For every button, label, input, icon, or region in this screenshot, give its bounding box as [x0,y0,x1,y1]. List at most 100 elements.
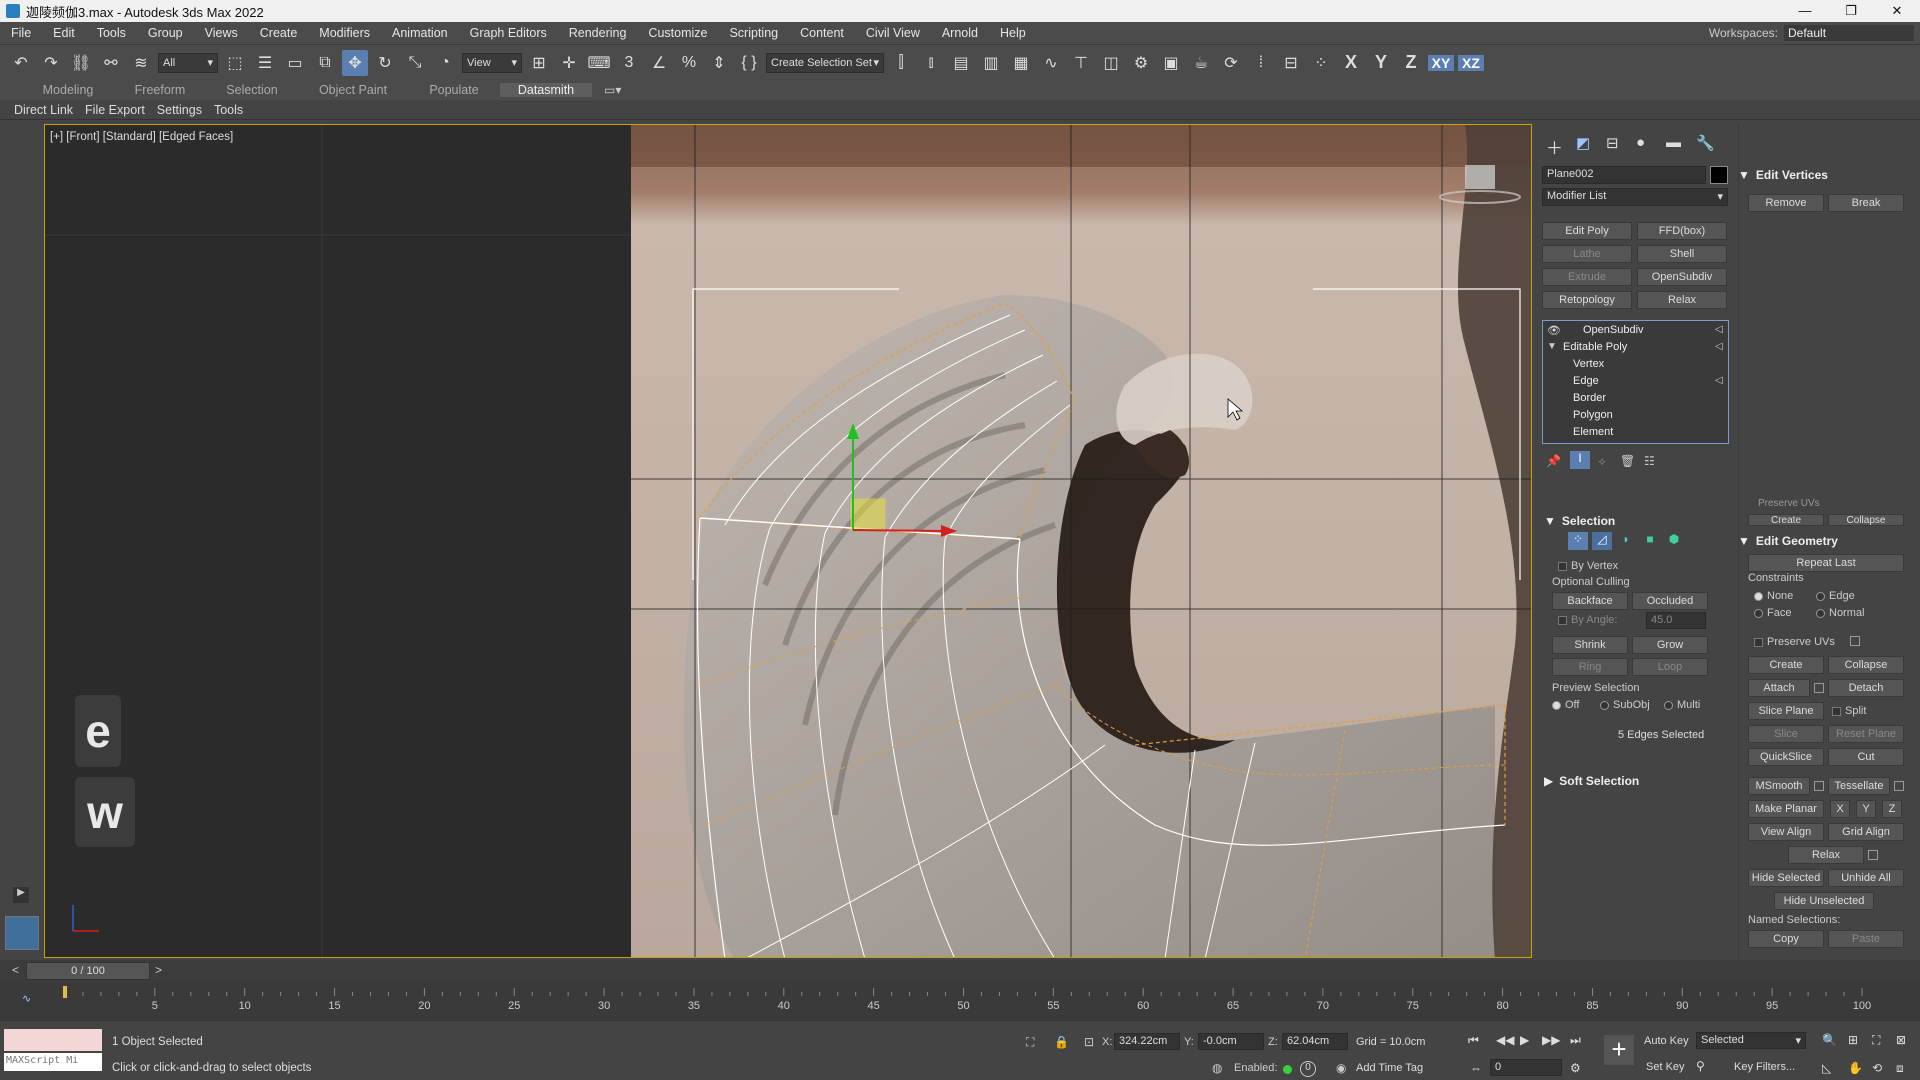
constraint-edge-radio[interactable]: Edge [1816,590,1855,602]
x-coord-field[interactable]: 324.22cm [1114,1033,1180,1050]
preserve-uvs-checkbox[interactable]: Preserve UVs [1754,636,1835,648]
select-scale-icon[interactable]: ⤡ [402,50,428,76]
key-filters-button[interactable]: Key Filters... [1734,1061,1795,1073]
menu-edit[interactable]: Edit [42,26,86,40]
element-level-icon[interactable]: ⬢ [1664,532,1684,550]
stack-item-editable-poly[interactable]: Editable Poly [1563,341,1627,353]
by-vertex-checkbox[interactable]: By Vertex [1558,560,1618,572]
current-frame-marker[interactable] [63,986,67,998]
render-production-icon[interactable]: ☕ [1188,50,1214,76]
angle-spinner[interactable]: 45.0 [1646,612,1706,629]
msmooth-settings-icon[interactable] [1814,781,1824,791]
select-rotate-icon[interactable]: ↻ [372,50,398,76]
attach-button[interactable]: Attach [1748,679,1810,697]
angle-snap-icon[interactable]: ∠ [646,50,672,76]
modifier-extrude-button[interactable]: Extrude [1542,268,1632,286]
next-frame-icon[interactable]: ▶▶ [1542,1033,1560,1047]
stack-item-opensubdiv[interactable]: OpenSubdiv [1583,324,1644,336]
menu-modifiers[interactable]: Modifiers [308,26,381,40]
menu-create[interactable]: Create [249,26,309,40]
split-checkbox[interactable]: Split [1832,705,1866,717]
motion-panel-icon[interactable]: ● [1636,134,1645,151]
attach-settings-icon[interactable] [1814,683,1824,693]
zoom-extents-all-icon[interactable]: ⊠ [1896,1033,1906,1047]
ribbon-tab-selection[interactable]: Selection [206,83,298,97]
play-icon[interactable]: ▶ [1520,1033,1529,1047]
tools-button[interactable]: Tools [214,103,243,117]
menu-graph-editors[interactable]: Graph Editors [459,26,558,40]
adaptive-degradation-icon[interactable]: ◍ [1212,1061,1222,1075]
current-frame-field[interactable]: 0 [1490,1059,1562,1076]
object-name-field[interactable]: Plane002 [1542,166,1706,184]
collapse-partial-button[interactable]: Collapse [1828,514,1904,526]
axis-z-button[interactable]: Z [1398,52,1424,73]
render-setup-icon[interactable]: ⚙ [1128,50,1154,76]
percent-snap-icon[interactable]: % [676,50,702,76]
mirror-icon[interactable]: ⫿ [888,50,914,76]
undo-icon[interactable]: ↶ [8,50,34,76]
expand-triangle-icon[interactable]: ▼ [1547,341,1557,352]
menu-file[interactable]: File [0,26,42,40]
subobject-vertex[interactable]: Vertex [1573,358,1604,370]
curve-editor-icon[interactable]: ∿ [1038,50,1064,76]
constraint-normal-radio[interactable]: Normal [1816,607,1864,619]
object-color-swatch[interactable] [1710,166,1728,184]
align-icon[interactable]: ⫾ [918,50,944,76]
create-button[interactable]: Create [1748,656,1824,674]
viewport-layout-icon[interactable] [5,916,39,950]
viewport-label[interactable]: [+] [Front] [Standard] [Edged Faces] [50,131,233,143]
menu-animation[interactable]: Animation [381,26,459,40]
ribbon-options-icon[interactable]: ▭▾ [604,83,621,97]
modifier-lathe-button[interactable]: Lathe [1542,245,1632,263]
named-selection-dropdown[interactable]: Create Selection Set ▾ [766,52,884,73]
slice-plane-button[interactable]: Slice Plane [1748,702,1824,720]
axis-xz-button[interactable]: XZ [1458,54,1484,71]
ribbon-tab-datasmith[interactable]: Datasmith [500,83,592,97]
absolute-mode-icon[interactable]: ⊡ [1084,1035,1094,1049]
reset-plane-button[interactable]: Reset Plane [1828,725,1904,743]
msmooth-button[interactable]: MSmooth [1748,777,1810,795]
restore-button[interactable]: ❐ [1828,3,1874,19]
by-angle-checkbox[interactable]: By Angle: [1558,614,1617,626]
ribbon-tab-populate[interactable]: Populate [408,83,500,97]
zoom-all-icon[interactable]: ⊞ [1848,1033,1858,1047]
view-align-button[interactable]: View Align [1748,823,1824,841]
menu-rendering[interactable]: Rendering [558,26,638,40]
menu-group[interactable]: Group [137,26,194,40]
copy-button[interactable]: Copy [1748,930,1824,948]
preview-multi-radio[interactable]: Multi [1664,699,1700,711]
link-icon[interactable]: ⛓ [68,50,94,76]
time-slider-prev-icon[interactable]: < [12,963,19,977]
utilities-panel-icon[interactable]: 🔧 [1696,134,1715,152]
snap-grid-icon[interactable]: ⁞ [1248,50,1274,76]
toggle-dock-icon[interactable]: ⊟ [1278,50,1304,76]
display-panel-icon[interactable]: ▬ [1666,134,1681,151]
soft-selection-rollout-header[interactable]: ▶ Soft Selection [1544,774,1639,788]
direct-link-button[interactable]: Direct Link [14,103,73,117]
time-slider-thumb[interactable]: 0 / 100 [26,962,150,980]
activeshade-icon[interactable]: ⟳ [1218,50,1244,76]
zoom-icon[interactable]: 🔍 [1822,1033,1837,1047]
hierarchy-panel-icon[interactable]: ⊟ [1606,134,1619,152]
time-configuration-icon[interactable]: ⚙ [1570,1061,1581,1075]
window-crossing-icon[interactable]: ⧉ [312,50,338,76]
planar-y-button[interactable]: Y [1856,800,1876,818]
toggle-layer-explorer-icon[interactable]: ▥ [978,50,1004,76]
create-panel-icon[interactable]: ＋ [1546,134,1563,159]
planar-z-button[interactable]: Z [1882,800,1902,818]
menu-scripting[interactable]: Scripting [718,26,789,40]
grid-align-button[interactable]: Grid Align [1828,823,1904,841]
maximize-viewport-icon[interactable]: ⧈ [1896,1061,1904,1076]
create-partial-button[interactable]: Create [1748,514,1824,526]
menu-customize[interactable]: Customize [637,26,718,40]
orbit-icon[interactable]: ⟲ [1872,1061,1882,1075]
configure-modifier-sets-icon[interactable]: ☷ [1644,454,1655,468]
subobject-element[interactable]: Element [1573,426,1613,438]
workspace-dropdown[interactable]: Default [1784,25,1914,41]
modifier-opensubdiv-button[interactable]: OpenSubdiv [1637,268,1727,286]
go-to-end-icon[interactable]: ⏭ [1570,1033,1581,1048]
time-slider-next-icon[interactable]: > [155,963,162,977]
unhide-all-button[interactable]: Unhide All [1828,869,1904,887]
file-export-button[interactable]: File Export [85,103,145,117]
break-button[interactable]: Break [1828,194,1904,212]
